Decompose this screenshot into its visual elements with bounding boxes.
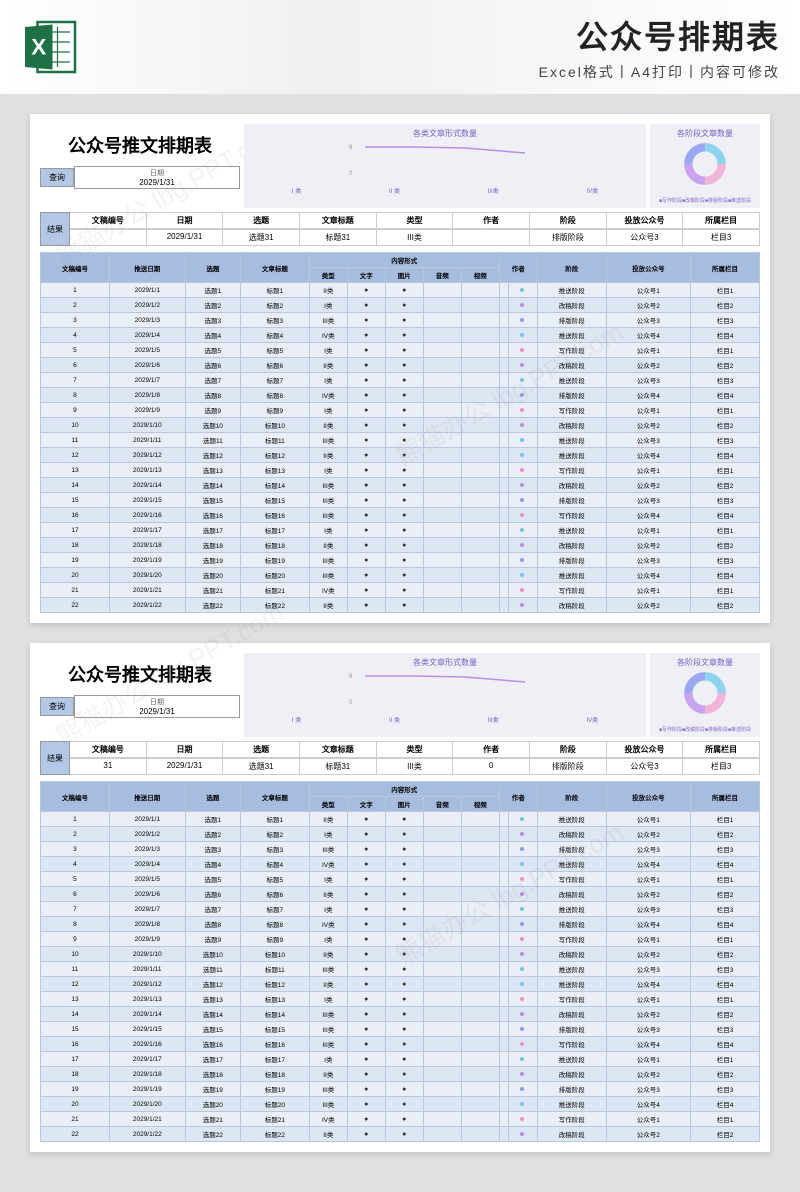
svg-text:8: 8	[349, 674, 353, 680]
table-row: 212029/1/21选题21标题21 IV类●● 写作阶段公众号1栏目1	[41, 1112, 760, 1127]
page-area: 熊猫办公 lbg.PPT.com 熊猫办公 lbg.PPT.com 熊猫办公 l…	[0, 94, 800, 1192]
table-row: 92029/1/9选题9标题9 I类●● 写作阶段公众号1栏目1	[41, 932, 760, 947]
data-table: 文稿编号推送日期 选题文章标题 内容形式 作者阶段 投放公众号所属栏目 类型文字…	[40, 781, 760, 1142]
sheet-title: 公众号推文排期表	[40, 653, 240, 695]
table-row: 22029/1/2选题2标题2 I类●● 改稿阶段公众号2栏目2	[41, 298, 760, 313]
data-table: 文稿编号推送日期 选题文章标题 内容形式 作者阶段 投放公众号所属栏目 类型文字…	[40, 252, 760, 613]
query-date-cell[interactable]: 日期 2029/1/31	[74, 166, 240, 189]
table-row: 42029/1/4选题4标题4 IV类●● 推送阶段公众号4栏目4	[41, 857, 760, 872]
table-row: 152029/1/15选题15标题15 III类●● 排版阶段公众号3栏目3	[41, 1022, 760, 1037]
spreadsheet-preview: 公众号推文排期表 查询 日期 2029/1/31 各类文章形式数量 8 0 I …	[30, 114, 770, 623]
table-row: 102029/1/10选题10标题10 II类●● 改稿阶段公众号2栏目2	[41, 947, 760, 962]
banner-subtitle: Excel格式丨A4打印丨内容可修改	[94, 62, 780, 82]
table-row: 122029/1/12选题12标题12 II类●● 推送阶段公众号4栏目4	[41, 448, 760, 463]
svg-text:0: 0	[349, 700, 353, 706]
table-row: 52029/1/5选题5标题5 I类●● 写作阶段公众号1栏目1	[41, 872, 760, 887]
excel-icon: X	[20, 17, 80, 77]
table-row: 202029/1/20选题20标题20 III类●● 推送阶段公众号4栏目4	[41, 1097, 760, 1112]
svg-text:8: 8	[349, 145, 353, 151]
table-row: 192029/1/19选题19标题19 III类●● 排版阶段公众号3栏目3	[41, 1082, 760, 1097]
query-label: 查询	[40, 168, 74, 187]
svg-text:0: 0	[349, 171, 353, 177]
table-row: 182029/1/18选题18标题18 II类●● 改稿阶段公众号2栏目2	[41, 1067, 760, 1082]
table-row: 132029/1/13选题13标题13 I类●● 写作阶段公众号1栏目1	[41, 463, 760, 478]
donut-chart: 各阶段文章数量 ■写作阶段■改稿阶段■排版阶段■推送阶段	[650, 653, 760, 737]
table-row: 42029/1/4选题4标题4 IV类●● 推送阶段公众号4栏目4	[41, 328, 760, 343]
table-row: 32029/1/3选题3标题3 III类●● 排版阶段公众号3栏目3	[41, 842, 760, 857]
table-row: 112029/1/11选题11标题11 III类●● 推送阶段公众号3栏目3	[41, 962, 760, 977]
banner: X 公众号排期表 Excel格式丨A4打印丨内容可修改	[0, 0, 800, 94]
result-row: 结果 文稿编号日期选题文章标题类型作者阶段投放公众号所属栏目 312029/1/…	[40, 741, 760, 775]
table-row: 222029/1/22选题22标题22 II类●● 改稿阶段公众号2栏目2	[41, 1127, 760, 1142]
table-row: 102029/1/10选题10标题10 II类●● 改稿阶段公众号2栏目2	[41, 418, 760, 433]
table-row: 172029/1/17选题17标题17 I类●● 推送阶段公众号1栏目1	[41, 1052, 760, 1067]
table-row: 162029/1/16选题16标题16 III类●● 写作阶段公众号4栏目4	[41, 1037, 760, 1052]
spreadsheet-preview: 公众号推文排期表 查询 日期 2029/1/31 各类文章形式数量 8 0 I …	[30, 643, 770, 1152]
table-row: 222029/1/22选题22标题22 II类●● 改稿阶段公众号2栏目2	[41, 598, 760, 613]
table-row: 152029/1/15选题15标题15 III类●● 排版阶段公众号3栏目3	[41, 493, 760, 508]
donut-chart: 各阶段文章数量 ■写作阶段■改稿阶段■排版阶段■推送阶段	[650, 124, 760, 208]
query-date-cell[interactable]: 日期 2029/1/31	[74, 695, 240, 718]
table-row: 12029/1/1选题1标题1 II类●● 推送阶段公众号1栏目1	[41, 283, 760, 298]
table-row: 212029/1/21选题21标题21 IV类●● 写作阶段公众号1栏目1	[41, 583, 760, 598]
line-chart: 各类文章形式数量 8 0 I 类II 类III类IV类	[244, 124, 646, 208]
query-label: 查询	[40, 697, 74, 716]
table-row: 82029/1/8选题8标题8 IV类●● 排版阶段公众号4栏目4	[41, 388, 760, 403]
table-row: 12029/1/1选题1标题1 II类●● 推送阶段公众号1栏目1	[41, 812, 760, 827]
banner-title: 公众号排期表	[94, 12, 780, 58]
result-row: 结果 文稿编号日期选题文章标题类型作者阶段投放公众号所属栏目 2029/1/31…	[40, 212, 760, 246]
table-row: 72029/1/7选题7标题7 I类●● 推送阶段公众号3栏目3	[41, 902, 760, 917]
table-row: 132029/1/13选题13标题13 I类●● 写作阶段公众号1栏目1	[41, 992, 760, 1007]
table-row: 142029/1/14选题14标题14 III类●● 改稿阶段公众号2栏目2	[41, 1007, 760, 1022]
table-row: 142029/1/14选题14标题14 III类●● 改稿阶段公众号2栏目2	[41, 478, 760, 493]
table-row: 122029/1/12选题12标题12 II类●● 推送阶段公众号4栏目4	[41, 977, 760, 992]
table-row: 92029/1/9选题9标题9 I类●● 写作阶段公众号1栏目1	[41, 403, 760, 418]
table-row: 72029/1/7选题7标题7 I类●● 推送阶段公众号3栏目3	[41, 373, 760, 388]
table-row: 182029/1/18选题18标题18 II类●● 改稿阶段公众号2栏目2	[41, 538, 760, 553]
table-row: 192029/1/19选题19标题19 III类●● 排版阶段公众号3栏目3	[41, 553, 760, 568]
table-row: 62029/1/6选题6标题6 II类●● 改稿阶段公众号2栏目2	[41, 358, 760, 373]
svg-text:X: X	[31, 35, 46, 60]
table-row: 52029/1/5选题5标题5 I类●● 写作阶段公众号1栏目1	[41, 343, 760, 358]
table-row: 62029/1/6选题6标题6 II类●● 改稿阶段公众号2栏目2	[41, 887, 760, 902]
table-row: 32029/1/3选题3标题3 III类●● 排版阶段公众号3栏目3	[41, 313, 760, 328]
table-row: 22029/1/2选题2标题2 I类●● 改稿阶段公众号2栏目2	[41, 827, 760, 842]
table-row: 162029/1/16选题16标题16 III类●● 写作阶段公众号4栏目4	[41, 508, 760, 523]
line-chart: 各类文章形式数量 8 0 I 类II 类III类IV类	[244, 653, 646, 737]
table-row: 112029/1/11选题11标题11 III类●● 推送阶段公众号3栏目3	[41, 433, 760, 448]
table-row: 202029/1/20选题20标题20 III类●● 推送阶段公众号4栏目4	[41, 568, 760, 583]
sheet-title: 公众号推文排期表	[40, 124, 240, 166]
table-row: 172029/1/17选题17标题17 I类●● 推送阶段公众号1栏目1	[41, 523, 760, 538]
table-row: 82029/1/8选题8标题8 IV类●● 排版阶段公众号4栏目4	[41, 917, 760, 932]
